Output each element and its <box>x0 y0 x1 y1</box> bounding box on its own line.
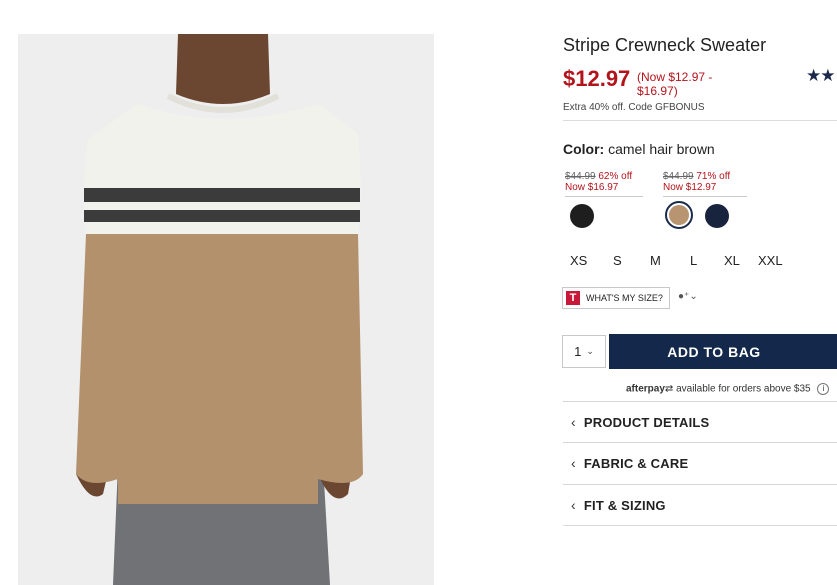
size-s[interactable]: S <box>613 253 622 268</box>
chevron-left-icon: ‹ <box>571 497 576 513</box>
was-price: $44.99 <box>663 171 694 182</box>
afterpay-text: available for orders above $35 <box>676 383 811 395</box>
chevron-left-icon: ‹ <box>571 455 576 471</box>
accordion-label: FABRIC & CARE <box>583 455 689 471</box>
info-icon[interactable]: i <box>817 383 830 395</box>
now-price: Now $16.97 <box>565 182 619 193</box>
divider <box>563 525 837 526</box>
color-label-key: Color: <box>563 141 605 157</box>
chevron-down-icon: ⌄ <box>586 346 594 356</box>
sweater-illustration <box>18 34 434 585</box>
swatch-navy[interactable] <box>705 204 729 228</box>
add-to-bag-button[interactable]: ADD TO BAG <box>609 334 837 369</box>
price-range: (Now $12.97 - $16.97) <box>637 70 713 98</box>
afterpay-loop-icon: ⇄ <box>664 383 674 395</box>
now-price: Now $12.97 <box>663 182 717 193</box>
price-group-2: $44.99 71% off Now $12.97 <box>663 171 747 197</box>
size-xs[interactable]: XS <box>570 253 587 268</box>
rating-stars[interactable]: ★★ <box>806 66 836 86</box>
discount: 71% off <box>696 171 731 182</box>
was-price: $44.99 <box>565 171 596 182</box>
whats-my-size-button[interactable]: T WHAT'S MY SIZE? <box>562 287 670 309</box>
divider <box>563 120 837 121</box>
product-title: Stripe Crewneck Sweater <box>563 35 767 55</box>
size-m[interactable]: M <box>650 253 661 268</box>
whats-my-size-label: WHAT'S MY SIZE? <box>586 293 663 303</box>
size-xxl[interactable]: XXL <box>758 253 783 268</box>
product-image <box>18 34 434 585</box>
accordion-fit-sizing[interactable]: ‹ FIT & SIZING <box>563 484 837 525</box>
afterpay-logo: afterpay <box>626 383 665 395</box>
size-xl[interactable]: XL <box>724 253 740 268</box>
chevron-left-icon: ‹ <box>571 414 576 430</box>
discount: 62% off <box>598 171 633 182</box>
accordion-label: PRODUCT DETAILS <box>583 414 710 430</box>
afterpay-note: afterpay⇄ available for orders above $35… <box>626 383 830 395</box>
color-label: Color: camel hair brown <box>563 141 715 157</box>
accordion-fabric-care[interactable]: ‹ FABRIC & CARE <box>563 442 837 483</box>
swatch-black[interactable] <box>570 204 594 228</box>
color-value: camel hair brown <box>608 141 715 157</box>
quantity-select[interactable]: 1 ⌄ <box>562 335 606 368</box>
true-fit-logo-icon: T <box>566 291 580 305</box>
promo-text: Extra 40% off. Code GFBONUS <box>563 102 705 113</box>
quantity-value: 1 <box>574 344 582 359</box>
swatch-camel-hair-brown[interactable] <box>665 201 693 229</box>
price-group-1: $44.99 62% off Now $16.97 <box>565 171 643 197</box>
sale-price: $12.97 <box>563 66 631 91</box>
size-l[interactable]: L <box>690 253 697 268</box>
profile-dropdown-icon[interactable]: ●⁺⌄ <box>678 291 698 302</box>
accordion-label: FIT & SIZING <box>583 497 666 513</box>
accordion-product-details[interactable]: ‹ PRODUCT DETAILS <box>563 401 837 442</box>
